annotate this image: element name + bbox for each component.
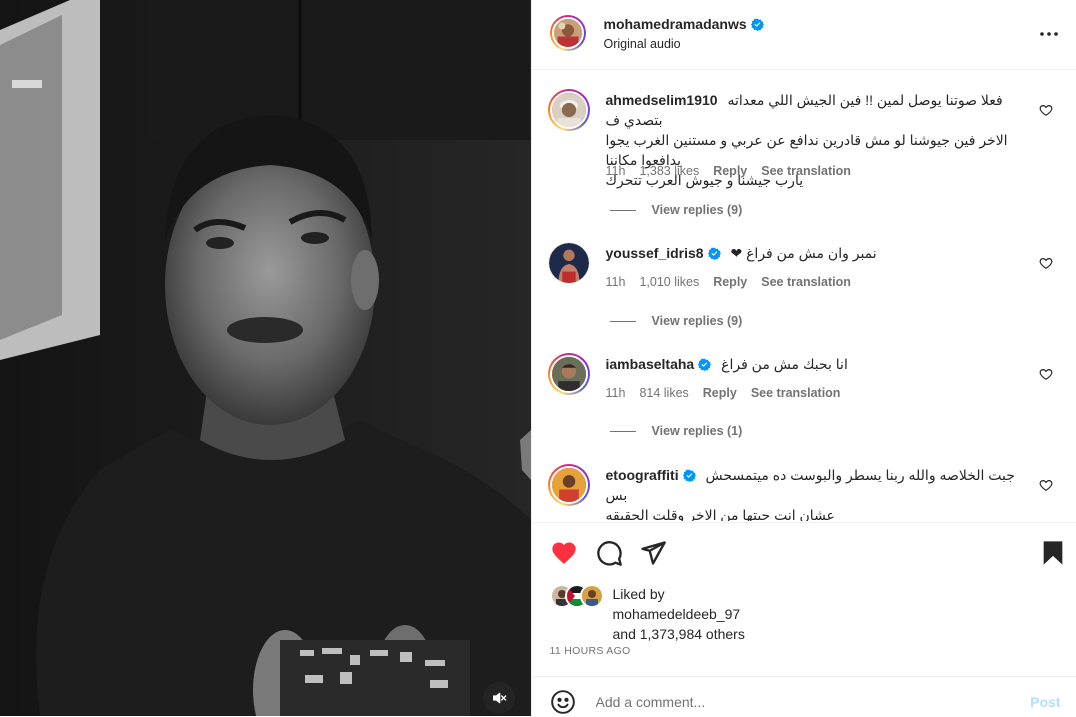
verified-badge-icon	[698, 358, 711, 371]
verified-badge-icon	[751, 18, 764, 31]
commenter-avatar-image	[550, 91, 588, 129]
author-avatar-image	[552, 17, 584, 49]
comment-reply-button[interactable]: Reply	[713, 164, 747, 178]
comment-username[interactable]: youssef_idris8	[606, 245, 704, 261]
comment-meta: 11h 1,010 likes Reply See translation	[606, 275, 851, 289]
commenter-avatar[interactable]	[548, 242, 590, 284]
likes-summary: Liked by mohamedeldeeb_97 and 1,373,984 …	[532, 584, 1076, 644]
comment-time: 11h	[606, 275, 626, 289]
post-comment-button[interactable]: Post	[1030, 694, 1060, 710]
liked-by-username[interactable]: mohamedeldeeb_97	[613, 604, 745, 624]
post-action-bar	[532, 522, 1076, 583]
replies-divider-line	[610, 321, 636, 322]
replies-divider-line	[610, 431, 636, 432]
like-heart-filled-icon[interactable]	[550, 539, 578, 567]
instagram-post-view: mohamedramadanws Original audio	[0, 0, 1076, 716]
commenter-avatar[interactable]	[548, 89, 590, 131]
comment-reply-button[interactable]: Reply	[703, 386, 737, 400]
view-replies-label: View replies (9)	[652, 314, 743, 328]
share-paper-plane-icon[interactable]	[639, 539, 667, 567]
original-audio-link[interactable]: Original audio	[604, 37, 681, 51]
comment-time: 11h	[606, 386, 626, 400]
comment-likes-count[interactable]: 1,010 likes	[639, 275, 699, 289]
comment-username[interactable]: ahmedselim1910	[606, 92, 718, 108]
likes-others-count[interactable]: and 1,373,984 others	[613, 624, 745, 644]
commenter-avatar-image	[550, 466, 588, 504]
author-username[interactable]: mohamedramadanws	[604, 16, 747, 32]
comment-body: iambaseltaha انا بحبك مش من فراغ	[606, 354, 1036, 374]
view-replies-label: View replies (1)	[652, 424, 743, 438]
add-comment-bar: Post	[532, 676, 1076, 717]
comment-text-line: نمبر وان مش من فراغ ❤	[730, 245, 876, 261]
comment-username[interactable]: etoograffiti	[606, 467, 679, 483]
commenter-avatar-image	[550, 355, 588, 393]
view-replies-button[interactable]: View replies (9)	[610, 203, 743, 217]
post-timestamp[interactable]: 11 HOURS AGO	[550, 645, 631, 657]
comment-likes-count[interactable]: 814 likes	[639, 386, 688, 400]
view-replies-button[interactable]: View replies (1)	[610, 424, 743, 438]
comment-text-line: انا بحبك مش من فراغ	[721, 356, 848, 372]
mute-button[interactable]	[483, 682, 515, 714]
post-side-panel: mohamedramadanws Original audio	[531, 0, 1076, 716]
comments-list[interactable]: ahmedselim1910 فعلا صوتنا يوصل لمين !! ف…	[532, 71, 1076, 521]
comment-input[interactable]	[594, 687, 998, 717]
liked-by-label: Liked by	[613, 584, 745, 604]
comment-like-heart-icon[interactable]	[1039, 367, 1053, 381]
liker-avatar[interactable]	[580, 584, 604, 608]
view-replies-label: View replies (9)	[652, 203, 743, 217]
commenter-avatar[interactable]	[548, 353, 590, 395]
comment-body: etoograffiti جبت الخلاصه والله ربنا يسطر…	[606, 465, 1036, 521]
comment-like-heart-icon[interactable]	[1039, 103, 1053, 117]
comment-like-heart-icon[interactable]	[1039, 478, 1053, 492]
video-frame	[0, 0, 531, 716]
save-bookmark-filled-icon[interactable]	[1039, 539, 1067, 567]
author-avatar[interactable]	[550, 15, 586, 51]
post-video[interactable]	[0, 0, 531, 716]
comment-body: youssef_idris8 نمبر وان مش من فراغ ❤	[606, 243, 1036, 263]
emoji-smiley-icon[interactable]	[550, 689, 576, 715]
verified-badge-icon	[708, 247, 721, 260]
verified-badge-icon	[683, 469, 696, 482]
comment-meta: 11h 1,383 likes Reply See translation	[606, 164, 851, 178]
comment-reply-button[interactable]: Reply	[713, 275, 747, 289]
replies-divider-line	[610, 210, 636, 211]
commenter-avatar[interactable]	[548, 464, 590, 506]
see-translation-link[interactable]: See translation	[761, 275, 851, 289]
liked-by-text: Liked by mohamedeldeeb_97 and 1,373,984 …	[613, 584, 745, 644]
more-horizontal-icon[interactable]	[1037, 22, 1061, 46]
commenter-avatar-image	[549, 243, 589, 283]
view-replies-button[interactable]: View replies (9)	[610, 314, 743, 328]
see-translation-link[interactable]: See translation	[751, 386, 841, 400]
author-name-row: mohamedramadanws	[604, 16, 764, 34]
comment-username[interactable]: iambaseltaha	[606, 356, 695, 372]
comment-likes-count[interactable]: 1,383 likes	[639, 164, 699, 178]
comment-meta: 11h 814 likes Reply See translation	[606, 386, 841, 400]
comment-like-heart-icon[interactable]	[1039, 256, 1053, 270]
speaker-muted-icon	[491, 690, 507, 706]
comment-bubble-icon[interactable]	[595, 539, 623, 567]
comment-text-line: عشان انت جبتها من الاخر وقلت الحقيقه	[606, 505, 1036, 521]
comment-time: 11h	[606, 164, 626, 178]
see-translation-link[interactable]: See translation	[761, 164, 851, 178]
post-header: mohamedramadanws Original audio	[532, 0, 1076, 70]
